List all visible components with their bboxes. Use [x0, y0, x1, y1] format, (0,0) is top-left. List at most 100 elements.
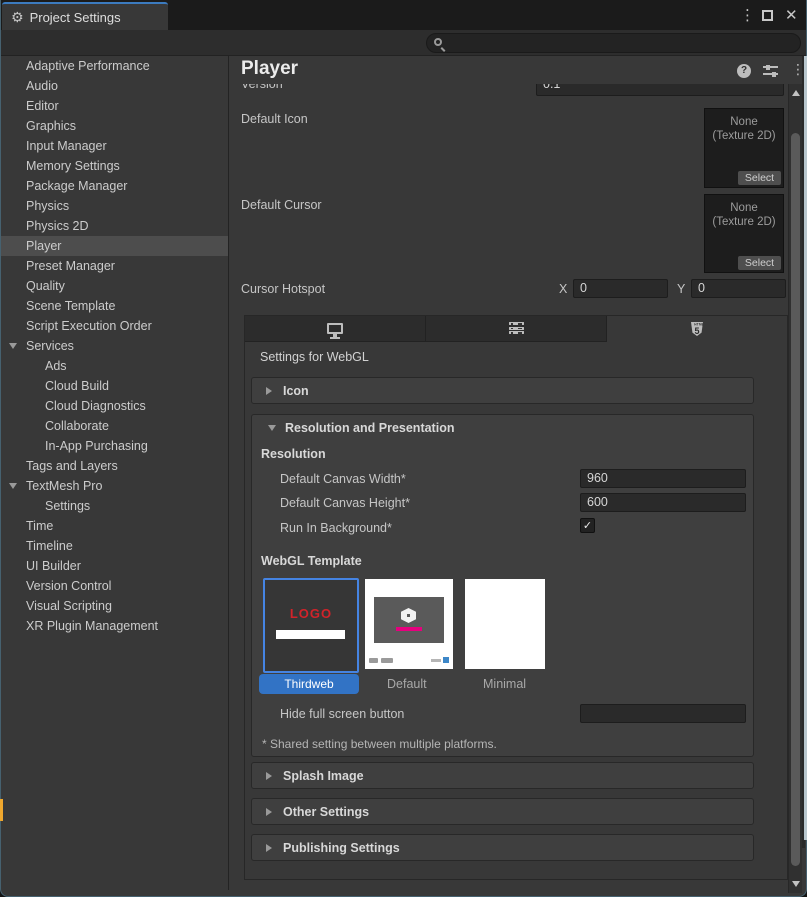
sidebar-item-label: Tags and Layers: [26, 459, 118, 473]
tab-platform-desktop[interactable]: [245, 316, 426, 342]
section-title: Icon: [283, 384, 309, 398]
window-tab-title: Project Settings: [30, 10, 121, 25]
page-title: Player: [241, 58, 298, 80]
default-cursor-object-picker[interactable]: None (Texture 2D) Select: [704, 194, 784, 273]
sidebar-item-input-manager[interactable]: Input Manager: [1, 136, 228, 156]
foldout-arrow-icon[interactable]: [9, 483, 17, 489]
default-cursor-label: Default Cursor: [241, 198, 322, 212]
maximize-icon: [762, 10, 773, 21]
preset-icon[interactable]: [763, 65, 778, 77]
preset-icon-knob: [772, 72, 776, 77]
sidebar-item-label: Cloud Build: [45, 379, 109, 393]
sidebar-item-cloud-build[interactable]: Cloud Build: [1, 376, 228, 396]
default-canvas-height-field[interactable]: 600: [580, 493, 746, 512]
sidebar-item-in-app-purchasing[interactable]: In-App Purchasing: [1, 436, 228, 456]
sidebar-item-label: Script Execution Order: [26, 319, 152, 333]
sidebar-item-preset-manager[interactable]: Preset Manager: [1, 256, 228, 276]
template-thumbnail-default[interactable]: [365, 579, 453, 669]
foldout-arrow-icon: [266, 387, 272, 395]
template-label-minimal[interactable]: Minimal: [483, 677, 526, 691]
sidebar-item-timeline[interactable]: Timeline: [1, 536, 228, 556]
sidebar-item-audio[interactable]: Audio: [1, 76, 228, 96]
sidebar-item-script-execution-order[interactable]: Script Execution Order: [1, 316, 228, 336]
sidebar-item-ui-builder[interactable]: UI Builder: [1, 556, 228, 576]
sidebar-item-cloud-diagnostics[interactable]: Cloud Diagnostics: [1, 396, 228, 416]
sidebar-item-services[interactable]: Services: [1, 336, 228, 356]
sidebar-item-scene-template[interactable]: Scene Template: [1, 296, 228, 316]
sidebar-item-settings[interactable]: Settings: [1, 496, 228, 516]
sidebar-item-graphics[interactable]: Graphics: [1, 116, 228, 136]
sidebar-item-quality[interactable]: Quality: [1, 276, 228, 296]
sidebar-item-adaptive-performance[interactable]: Adaptive Performance: [1, 56, 228, 76]
template-thumbnail-thirdweb[interactable]: LOGO: [263, 578, 359, 673]
run-in-background-label: Run In Background*: [280, 521, 392, 535]
tab-platform-webgl[interactable]: HTML 5: [607, 316, 787, 342]
foldout-arrow-icon[interactable]: [9, 343, 17, 349]
select-button[interactable]: Select: [738, 256, 781, 270]
content-header: Player ? ⋮: [229, 56, 788, 84]
sidebar-item-label: Player: [26, 239, 61, 253]
template-thumbnail-minimal[interactable]: [465, 579, 545, 669]
preset-icon-knob: [766, 65, 770, 70]
help-icon[interactable]: ?: [737, 64, 751, 78]
scroll-down-icon[interactable]: [792, 881, 800, 887]
resolution-subheader: Resolution: [261, 447, 326, 461]
default-canvas-width-field[interactable]: 960: [580, 469, 746, 488]
object-picker-value: None (Texture 2D): [705, 115, 783, 143]
sidebar-item-physics-2d[interactable]: Physics 2D: [1, 216, 228, 236]
tab-platform-dedicated-server[interactable]: [426, 316, 607, 342]
window-close-button[interactable]: ✕: [785, 0, 798, 30]
hotspot-y-field[interactable]: 0: [691, 279, 786, 298]
sidebar-item-editor[interactable]: Editor: [1, 96, 228, 116]
section-other-settings[interactable]: Other Settings: [251, 798, 754, 825]
shared-setting-note: * Shared setting between multiple platfo…: [262, 737, 497, 751]
sidebar-item-label: Physics 2D: [26, 219, 89, 233]
sidebar-item-xr-plugin-management[interactable]: XR Plugin Management: [1, 616, 228, 636]
hotspot-x-label: X: [559, 282, 567, 296]
search-input[interactable]: [426, 33, 801, 53]
sidebar-item-label: Preset Manager: [26, 259, 115, 273]
sidebar-item-time[interactable]: Time: [1, 516, 228, 536]
sidebar-item-physics[interactable]: Physics: [1, 196, 228, 216]
template-progress-bar: [276, 630, 345, 639]
sidebar-item-ads[interactable]: Ads: [1, 356, 228, 376]
section-splash-image[interactable]: Splash Image: [251, 762, 754, 789]
scroll-up-icon[interactable]: [792, 90, 800, 96]
select-button[interactable]: Select: [738, 171, 781, 185]
section-icon[interactable]: Icon: [251, 377, 754, 404]
sidebar-item-version-control[interactable]: Version Control: [1, 576, 228, 596]
sidebar-item-label: Quality: [26, 279, 65, 293]
toolbar: [1, 30, 807, 56]
scrollbar-thumb[interactable]: [791, 133, 800, 866]
sidebar-item-label: Cloud Diagnostics: [45, 399, 146, 413]
window-maximize-button[interactable]: [762, 0, 773, 30]
project-settings-tab[interactable]: ⚙ Project Settings: [2, 2, 168, 30]
vertical-scrollbar[interactable]: [788, 84, 802, 893]
run-in-background-checkbox[interactable]: ✓: [580, 518, 595, 533]
sidebar-item-label: Visual Scripting: [26, 599, 112, 613]
html5-webgl-icon: HTML 5: [691, 322, 703, 336]
context-menu-icon[interactable]: ⋮: [791, 61, 805, 78]
sidebar-item-package-manager[interactable]: Package Manager: [1, 176, 228, 196]
footer-mark: [381, 658, 393, 663]
template-label-thirdweb-selected[interactable]: Thirdweb: [259, 674, 359, 694]
default-icon-object-picker[interactable]: None (Texture 2D) Select: [704, 108, 784, 188]
sidebar-item-collaborate[interactable]: Collaborate: [1, 416, 228, 436]
hotspot-x-field[interactable]: 0: [573, 279, 668, 298]
window-menu-button[interactable]: ⋮: [740, 0, 755, 30]
default-icon-label: Default Icon: [241, 112, 308, 126]
sidebar-item-textmesh-pro[interactable]: TextMesh Pro: [1, 476, 228, 496]
sidebar-item-memory-settings[interactable]: Memory Settings: [1, 156, 228, 176]
section-title[interactable]: Resolution and Presentation: [285, 421, 454, 435]
foldout-arrow-icon: [266, 808, 272, 816]
sidebar-item-label: Audio: [26, 79, 58, 93]
sidebar-item-visual-scripting[interactable]: Visual Scripting: [1, 596, 228, 616]
template-label-default[interactable]: Default: [387, 677, 427, 691]
sidebar-item-tags-and-layers[interactable]: Tags and Layers: [1, 456, 228, 476]
footer-mark: [369, 658, 378, 663]
section-publishing-settings[interactable]: Publishing Settings: [251, 834, 754, 861]
sidebar-item-label: Memory Settings: [26, 159, 120, 173]
hide-fullscreen-field[interactable]: [580, 704, 746, 723]
foldout-arrow-icon[interactable]: [268, 425, 276, 431]
sidebar-item-player[interactable]: Player: [1, 236, 228, 256]
